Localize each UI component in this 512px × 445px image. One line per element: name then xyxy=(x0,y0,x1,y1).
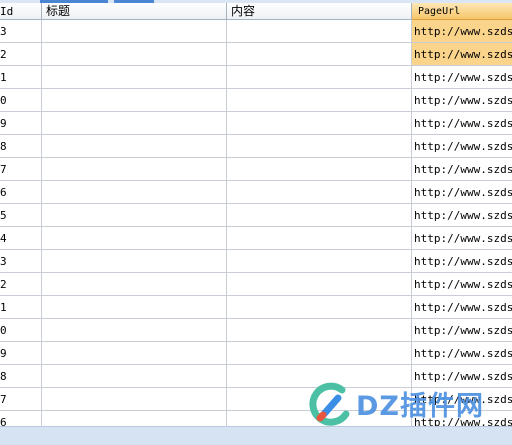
cell-pageurl[interactable]: http://www.szdsto xyxy=(412,43,512,66)
cell-id[interactable]: 1 xyxy=(0,296,42,319)
cell-title[interactable] xyxy=(42,112,227,135)
table-row[interactable]: 0 http://www.szdsto xyxy=(0,319,512,342)
table-row[interactable]: 1 http://www.szdsto xyxy=(0,296,512,319)
table-row[interactable]: 6 http://www.szdsto xyxy=(0,181,512,204)
watermark: DZ插件网 xyxy=(308,378,512,430)
cell-content[interactable] xyxy=(227,181,412,204)
dz-logo-icon xyxy=(309,382,350,426)
table-row[interactable]: 2 http://www.szdsto xyxy=(0,43,512,66)
cell-title[interactable] xyxy=(42,204,227,227)
cell-pageurl[interactable]: http://www.szdsto xyxy=(412,66,512,89)
cell-content[interactable] xyxy=(227,158,412,181)
table-row[interactable]: 0 http://www.szdsto xyxy=(0,89,512,112)
cell-pageurl[interactable]: http://www.szdsto xyxy=(412,342,512,365)
cell-title[interactable] xyxy=(42,365,227,388)
cell-id[interactable]: 3 xyxy=(0,20,42,43)
cell-title[interactable] xyxy=(42,181,227,204)
cell-id[interactable]: 7 xyxy=(0,158,42,181)
column-header-title[interactable]: 标题 xyxy=(42,3,227,20)
column-header-pageurl[interactable]: PageUrl xyxy=(412,3,512,20)
column-header-id[interactable]: Id xyxy=(0,3,42,20)
cell-id[interactable]: 4 xyxy=(0,227,42,250)
cell-id[interactable]: 0 xyxy=(0,89,42,112)
cell-id[interactable]: 8 xyxy=(0,365,42,388)
cell-content[interactable] xyxy=(227,342,412,365)
cell-content[interactable] xyxy=(227,89,412,112)
cell-content[interactable] xyxy=(227,204,412,227)
cell-title[interactable] xyxy=(42,319,227,342)
cell-title[interactable] xyxy=(42,296,227,319)
cell-id[interactable]: 8 xyxy=(0,135,42,158)
cell-content[interactable] xyxy=(227,112,412,135)
cell-pageurl[interactable]: http://www.szdsto xyxy=(412,135,512,158)
column-header-content[interactable]: 内容 xyxy=(227,3,412,20)
table-row[interactable]: 9 http://www.szdsto xyxy=(0,342,512,365)
table-row[interactable]: 4 http://www.szdsto xyxy=(0,227,512,250)
cell-pageurl[interactable]: http://www.szdsto xyxy=(412,204,512,227)
cell-id[interactable]: 0 xyxy=(0,319,42,342)
cell-content[interactable] xyxy=(227,20,412,43)
table-row[interactable]: 9 http://www.szdsto xyxy=(0,112,512,135)
cell-title[interactable] xyxy=(42,227,227,250)
cell-title[interactable] xyxy=(42,66,227,89)
cell-id[interactable]: 1 xyxy=(0,66,42,89)
cell-pageurl[interactable]: http://www.szdsto xyxy=(412,89,512,112)
cell-pageurl[interactable]: http://www.szdsto xyxy=(412,250,512,273)
cell-id[interactable]: 5 xyxy=(0,204,42,227)
cell-title[interactable] xyxy=(42,135,227,158)
table-row[interactable]: 2 http://www.szdsto xyxy=(0,273,512,296)
cell-title[interactable] xyxy=(42,273,227,296)
cell-pageurl[interactable]: http://www.szdsto xyxy=(412,158,512,181)
cell-content[interactable] xyxy=(227,66,412,89)
table-row[interactable]: 5 http://www.szdsto xyxy=(0,204,512,227)
cell-content[interactable] xyxy=(227,296,412,319)
table-row[interactable]: 3 http://www.szdsto xyxy=(0,250,512,273)
cell-title[interactable] xyxy=(42,388,227,411)
cell-pageurl[interactable]: http://www.szdsto xyxy=(412,273,512,296)
cell-pageurl[interactable]: http://www.szdsto xyxy=(412,296,512,319)
cell-id[interactable]: 9 xyxy=(0,112,42,135)
cell-id[interactable]: 6 xyxy=(0,181,42,204)
cell-pageurl[interactable]: http://www.szdsto xyxy=(412,20,512,43)
cell-title[interactable] xyxy=(42,89,227,112)
cell-title[interactable] xyxy=(42,158,227,181)
cell-id[interactable]: 2 xyxy=(0,43,42,66)
cell-content[interactable] xyxy=(227,250,412,273)
table-row[interactable]: 8 http://www.szdsto xyxy=(0,135,512,158)
cell-id[interactable]: 3 xyxy=(0,250,42,273)
cell-content[interactable] xyxy=(227,43,412,66)
watermark-text: DZ插件网 xyxy=(356,391,484,422)
cell-pageurl[interactable]: http://www.szdsto xyxy=(412,112,512,135)
table-row[interactable]: 1 http://www.szdsto xyxy=(0,66,512,89)
cell-pageurl[interactable]: http://www.szdsto xyxy=(412,181,512,204)
table-row[interactable]: 7 http://www.szdsto xyxy=(0,158,512,181)
cell-content[interactable] xyxy=(227,273,412,296)
cell-content[interactable] xyxy=(227,319,412,342)
cell-content[interactable] xyxy=(227,227,412,250)
cell-title[interactable] xyxy=(42,43,227,66)
cell-pageurl[interactable]: http://www.szdsto xyxy=(412,319,512,342)
cell-id[interactable]: 9 xyxy=(0,342,42,365)
cell-title[interactable] xyxy=(42,342,227,365)
cell-title[interactable] xyxy=(42,250,227,273)
table-row[interactable]: 3 http://www.szdsto xyxy=(0,20,512,43)
cell-id[interactable]: 2 xyxy=(0,273,42,296)
cell-id[interactable]: 7 xyxy=(0,388,42,411)
cell-pageurl[interactable]: http://www.szdsto xyxy=(412,227,512,250)
cell-content[interactable] xyxy=(227,135,412,158)
cell-title[interactable] xyxy=(42,20,227,43)
